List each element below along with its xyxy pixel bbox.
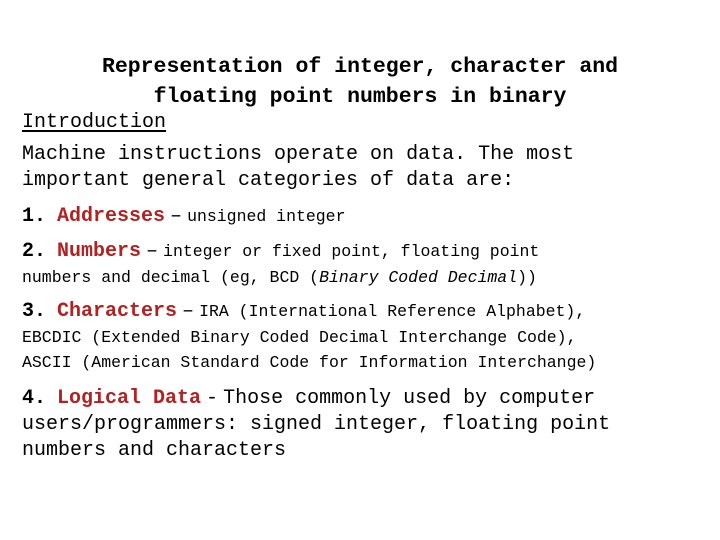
list-item-keyword: Numbers bbox=[57, 240, 142, 263]
list-item-keyword: Characters bbox=[57, 300, 178, 323]
list-item-main-line: 1. Addresses – unsigned integer bbox=[22, 204, 712, 230]
list-item-dash: – bbox=[170, 205, 183, 228]
page-title: Representation of integer, character and… bbox=[101, 55, 619, 110]
list-item-description: integer or fixed point, floating point bbox=[163, 242, 540, 261]
list-item-description: Those commonly used by computer bbox=[223, 387, 596, 410]
list-item-continuation-italic: Binary Coded Decimal bbox=[319, 268, 518, 287]
list-item-continuation: EBCDIC (Extended Binary Coded Decimal In… bbox=[22, 328, 577, 347]
list-item-keyword: Logical Data bbox=[57, 387, 202, 410]
list-item: 4. Logical Data - Those commonly used by co… bbox=[22, 386, 712, 464]
list-item: 2. Numbers – integer or fixed point, floati… bbox=[22, 239, 712, 290]
list-item-main-line: 2. Numbers – integer or fixed point, floati… bbox=[22, 239, 712, 265]
list-item-continuation: numbers and characters bbox=[22, 439, 287, 462]
list-item-number: 3. bbox=[22, 300, 47, 323]
list-item-continuation: ASCII (American Standard Code for Inform… bbox=[22, 353, 597, 372]
list-item-number: 1. bbox=[22, 205, 47, 228]
list-item-description: unsigned integer bbox=[187, 207, 346, 226]
list-item-main-line: 4. Logical Data - Those commonly used by co… bbox=[22, 386, 712, 412]
list-item-main-line: 3. Characters – IRA (International Referenc… bbox=[22, 299, 712, 325]
list-item: 1. Addresses – unsigned integer bbox=[22, 204, 712, 230]
slide-body: Introduction Machine instructions operat… bbox=[22, 110, 712, 466]
list-item-dash: - bbox=[206, 387, 219, 410]
list-item-number: 4. bbox=[22, 387, 47, 410]
list-item-number: 2. bbox=[22, 240, 47, 263]
section-heading-introduction: Introduction bbox=[22, 111, 167, 134]
intro-paragraph: Machine instructions operate on data. Th… bbox=[22, 143, 575, 192]
list-item-continuation-prefix: numbers and decimal (eg, BCD ( bbox=[22, 268, 320, 287]
list-item-continuation: numbers and decimal (eg, BCD (Binary Cod… bbox=[22, 265, 712, 290]
list-item: 3. Characters – IRA (International Referenc… bbox=[22, 299, 712, 375]
list-item-description: IRA (International Reference Alphabet), bbox=[199, 302, 586, 321]
list-item-continuation: users/programmers: signed integer, float… bbox=[22, 413, 611, 436]
list-item-continuation-suffix: )) bbox=[517, 268, 537, 287]
list-item-dash: – bbox=[182, 300, 195, 323]
slide-container: Representation of integer, character and… bbox=[0, 0, 720, 540]
list-item-keyword: Addresses bbox=[57, 205, 166, 228]
list-item-dash: – bbox=[146, 240, 159, 263]
